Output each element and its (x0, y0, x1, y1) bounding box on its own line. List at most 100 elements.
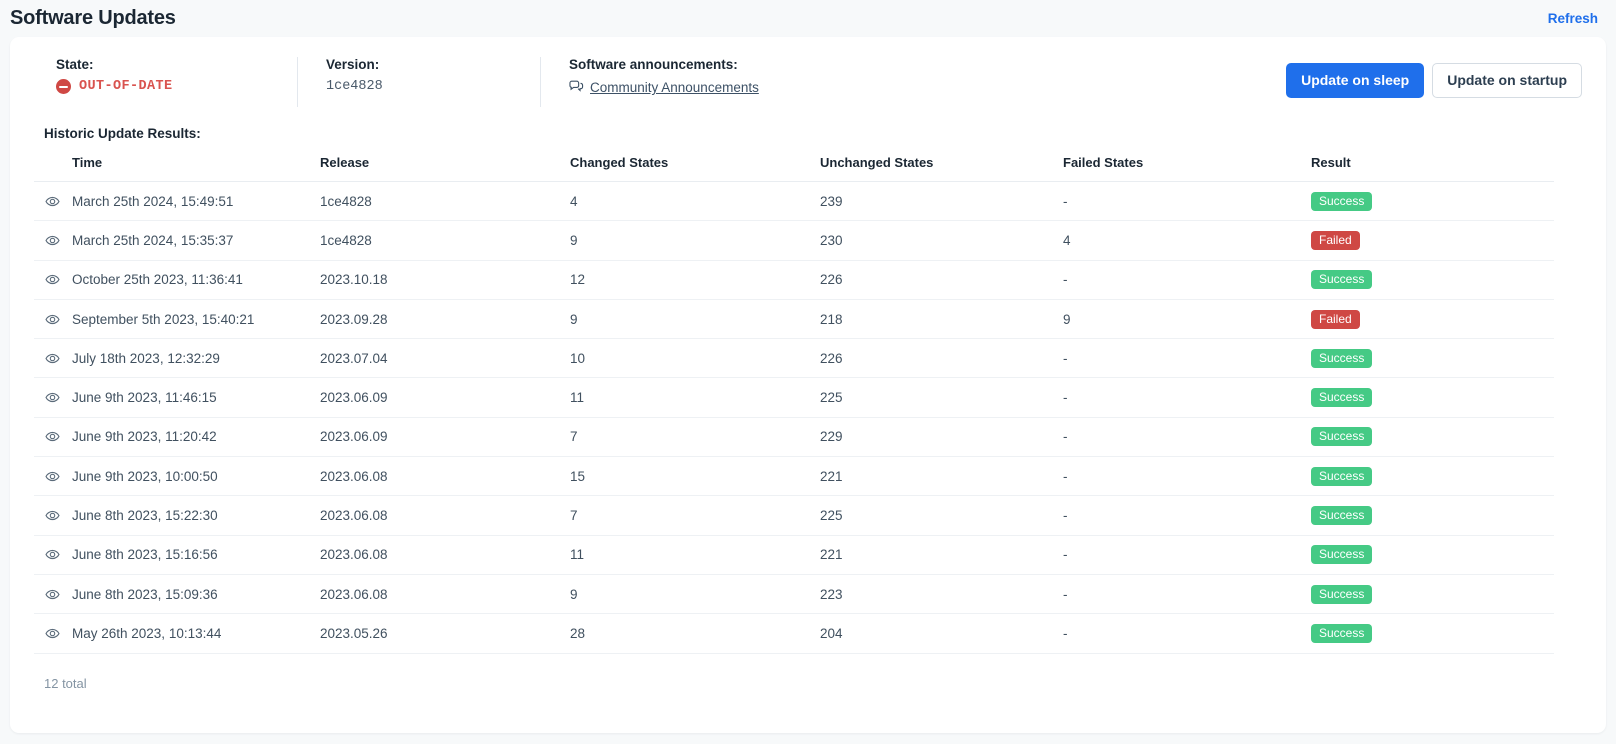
software-updates-card: State: OUT-OF-DATE Version: 1ce4828 Soft… (10, 37, 1606, 733)
update-on-sleep-button[interactable]: Update on sleep (1286, 63, 1425, 98)
cell-failed: - (1063, 181, 1311, 222)
row-view-icon-cell[interactable] (34, 220, 72, 261)
refresh-link[interactable]: Refresh (1548, 11, 1598, 26)
row-view-icon-cell[interactable] (34, 535, 72, 575)
cell-release: 2023.06.08 (320, 495, 570, 536)
row-view-icon-cell[interactable] (34, 574, 72, 615)
cell-time: March 25th 2024, 15:35:37 (72, 220, 320, 261)
column-header-changed[interactable]: Changed States (570, 155, 820, 182)
table-row[interactable]: June 9th 2023, 11:46:15 2023.06.09 11 225- S… (34, 377, 1554, 418)
cell-changed: 9 (570, 220, 820, 261)
table-row[interactable]: September 5th 2023, 15:40:21 2023.09.28 9 2… (34, 299, 1554, 340)
community-announcements-link[interactable]: Community Announcements (569, 79, 759, 96)
cell-failed: 9 (1063, 299, 1311, 340)
row-view-icon-cell[interactable] (34, 181, 72, 222)
cell-result: Failed (1311, 299, 1554, 340)
table-row[interactable]: June 8th 2023, 15:22:30 2023.06.08 7 225- Su… (34, 495, 1554, 536)
eye-icon[interactable] (44, 311, 72, 328)
eye-icon[interactable] (44, 350, 72, 367)
cell-result: Success (1311, 181, 1554, 222)
eye-icon[interactable] (44, 625, 72, 642)
table-row[interactable]: March 25th 2024, 15:49:51 1ce4828 4 239- Suc… (34, 181, 1554, 222)
row-view-icon-cell[interactable] (34, 495, 72, 536)
action-buttons: Update on sleep Update on startup (1286, 63, 1582, 98)
cell-release: 2023.05.26 (320, 613, 570, 654)
row-view-icon-cell[interactable] (34, 456, 72, 497)
minus-circle-icon (56, 79, 71, 94)
eye-icon[interactable] (44, 232, 72, 249)
column-header-failed[interactable]: Failed States (1063, 155, 1311, 182)
column-header-release[interactable]: Release (320, 155, 570, 182)
state-text: OUT-OF-DATE (79, 79, 173, 94)
cell-result: Success (1311, 338, 1554, 379)
cell-failed: - (1063, 260, 1311, 300)
row-view-icon-cell[interactable] (34, 613, 72, 654)
row-view-icon-cell[interactable] (34, 338, 72, 379)
cell-release: 2023.06.08 (320, 574, 570, 615)
table-row[interactable]: May 26th 2023, 10:13:44 2023.05.26 28 204- S… (34, 613, 1554, 654)
cell-time: June 9th 2023, 10:00:50 (72, 456, 320, 497)
cell-failed: - (1063, 574, 1311, 615)
cell-time: June 8th 2023, 15:22:30 (72, 495, 320, 536)
header-icon-spacer (34, 155, 72, 182)
cell-unchanged: 204 (820, 613, 1063, 654)
eye-icon[interactable] (44, 428, 72, 445)
cell-changed: 7 (570, 495, 820, 536)
cell-time: March 25th 2024, 15:49:51 (72, 181, 320, 222)
row-view-icon-cell[interactable] (34, 299, 72, 340)
table-body: March 25th 2024, 15:49:51 1ce4828 4 239- Suc… (34, 181, 1554, 654)
cell-unchanged: 221 (820, 456, 1063, 497)
cell-release: 2023.07.04 (320, 338, 570, 379)
cell-failed: - (1063, 338, 1311, 379)
eye-icon[interactable] (44, 193, 72, 210)
cell-unchanged: 239 (820, 181, 1063, 222)
eye-icon[interactable] (44, 546, 72, 563)
cell-unchanged: 229 (820, 417, 1063, 458)
cell-time: September 5th 2023, 15:40:21 (72, 299, 320, 340)
eye-icon[interactable] (44, 586, 72, 603)
row-view-icon-cell[interactable] (34, 260, 72, 300)
row-view-icon-cell[interactable] (34, 377, 72, 418)
eye-icon[interactable] (44, 468, 72, 485)
column-header-unchanged[interactable]: Unchanged States (820, 155, 1063, 182)
cell-unchanged: 221 (820, 535, 1063, 575)
cell-changed: 4 (570, 181, 820, 222)
status-badge: Success (1311, 623, 1373, 643)
status-badge: Success (1311, 427, 1373, 447)
row-view-icon-cell[interactable] (34, 417, 72, 458)
state-value: OUT-OF-DATE (56, 79, 297, 94)
table-row[interactable]: June 9th 2023, 10:00:50 2023.06.08 15 221- S… (34, 456, 1554, 497)
cell-changed: 11 (570, 535, 820, 575)
state-label: State: (56, 57, 94, 72)
cell-time: June 9th 2023, 11:20:42 (72, 417, 320, 458)
cell-release: 2023.06.09 (320, 417, 570, 458)
table-row[interactable]: July 18th 2023, 12:32:29 2023.07.04 10 226-… (34, 338, 1554, 379)
status-badge: Success (1311, 191, 1373, 211)
cell-release: 2023.06.08 (320, 535, 570, 575)
cell-changed: 15 (570, 456, 820, 497)
table-row[interactable]: June 9th 2023, 11:20:42 2023.06.09 7 229- Su… (34, 417, 1554, 458)
cell-unchanged: 230 (820, 220, 1063, 261)
cell-release: 2023.06.08 (320, 456, 570, 497)
table-row[interactable]: March 25th 2024, 15:35:37 1ce4828 9 230 4 Fai… (34, 220, 1554, 261)
eye-icon[interactable] (44, 271, 72, 288)
eye-icon[interactable] (44, 507, 72, 524)
cell-changed: 11 (570, 377, 820, 418)
table-row[interactable]: June 8th 2023, 15:09:36 2023.06.08 9 223- Su… (34, 574, 1554, 615)
cell-result: Success (1311, 456, 1554, 497)
table-row[interactable]: October 25th 2023, 11:36:41 2023.10.18 12 2… (34, 260, 1554, 300)
cell-unchanged: 225 (820, 377, 1063, 418)
eye-icon[interactable] (44, 389, 72, 406)
update-on-startup-button[interactable]: Update on startup (1432, 63, 1582, 98)
cell-release: 2023.06.09 (320, 377, 570, 418)
column-header-time[interactable]: Time (72, 155, 320, 182)
status-badge: Success (1311, 466, 1373, 486)
cell-result: Success (1311, 377, 1554, 418)
table-row-count: 12 total (44, 675, 87, 691)
table-row[interactable]: June 8th 2023, 15:16:56 2023.06.08 11 221- S… (34, 535, 1554, 575)
cell-failed: - (1063, 535, 1311, 575)
cell-unchanged: 226 (820, 260, 1063, 300)
cell-changed: 28 (570, 613, 820, 654)
cell-failed: - (1063, 417, 1311, 458)
column-header-result[interactable]: Result (1311, 155, 1554, 182)
